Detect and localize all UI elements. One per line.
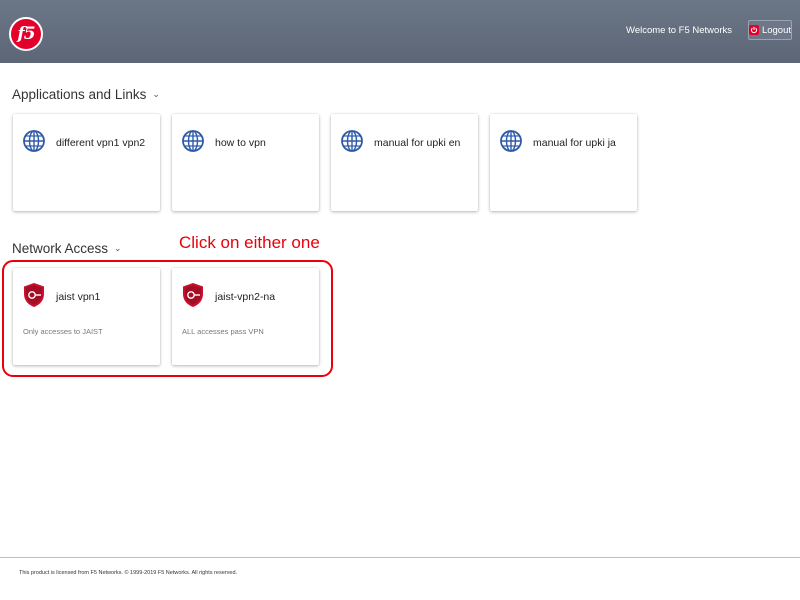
app-tile-name: manual for upki en [374, 137, 461, 149]
globe-icon [500, 130, 522, 152]
chevron-down-icon: ⌄ [114, 243, 122, 253]
logout-label: Logout [761, 24, 791, 36]
footer-copyright: This product is licensed from F5 Network… [19, 570, 238, 576]
app-tile-name: manual for upki ja [533, 137, 616, 149]
welcome-message: Welcome to F5 Networks [626, 25, 732, 36]
annotation-highlight-box [2, 260, 333, 377]
network-access-section-toggle[interactable]: Network Access ⌄ [12, 241, 122, 256]
top-header-bar: f5 Welcome to F5 Networks Logout [0, 0, 800, 63]
logout-button[interactable]: Logout [748, 20, 792, 40]
globe-icon [23, 130, 45, 152]
app-tile-how-to-vpn[interactable]: how to vpn [172, 114, 319, 211]
applications-section-toggle[interactable]: Applications and Links ⌄ [12, 87, 160, 102]
applications-tiles: different vpn1 vpn2 how to vpn manual fo… [13, 114, 637, 211]
power-icon [749, 25, 759, 35]
logo-text: f5 [17, 24, 35, 44]
network-access-section-title: Network Access [12, 241, 109, 256]
globe-icon [341, 130, 363, 152]
app-tile-manual-for-upki-en[interactable]: manual for upki en [331, 114, 478, 211]
applications-section-title: Applications and Links [12, 87, 147, 102]
annotation-text: Click on either one [179, 233, 320, 252]
globe-icon [182, 130, 204, 152]
app-tile-different-vpn1-vpn2[interactable]: different vpn1 vpn2 [13, 114, 160, 211]
app-tile-manual-for-upki-ja[interactable]: manual for upki ja [490, 114, 637, 211]
f5-logo: f5 [9, 17, 43, 51]
chevron-down-icon: ⌄ [152, 89, 160, 99]
app-tile-name: different vpn1 vpn2 [56, 137, 146, 149]
app-tile-name: how to vpn [215, 137, 266, 149]
page-footer: This product is licensed from F5 Network… [0, 557, 800, 600]
